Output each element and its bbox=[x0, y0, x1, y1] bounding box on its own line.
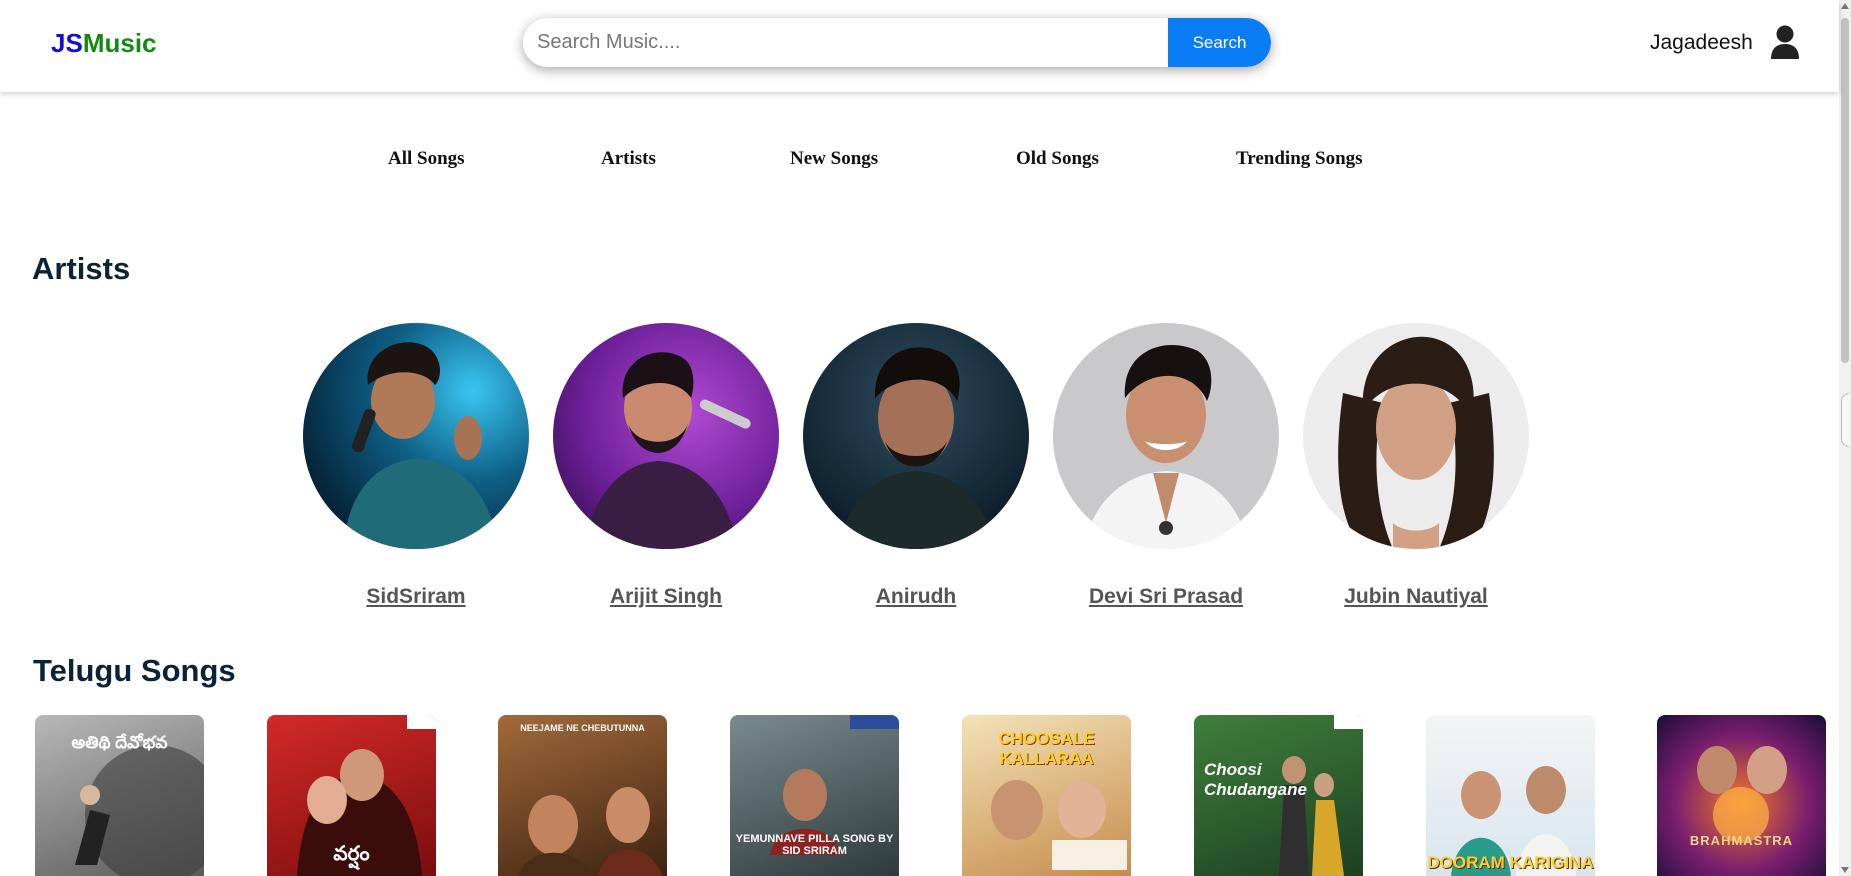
artist-name-link[interactable]: Jubin Nautiyal bbox=[1344, 585, 1488, 609]
logo-music-text: Music bbox=[82, 28, 157, 58]
artist-card[interactable]: Arijit Singh bbox=[553, 323, 779, 609]
artist-name-link[interactable]: Devi Sri Prasad bbox=[1089, 585, 1243, 609]
artists-section-title: Artists bbox=[32, 251, 131, 286]
artist-name-link[interactable]: SidSriram bbox=[366, 585, 465, 609]
song-caption: వర్షం bbox=[333, 843, 370, 865]
artist-card[interactable]: Devi Sri Prasad bbox=[1053, 323, 1279, 609]
edge-panel-handle[interactable] bbox=[1841, 393, 1849, 447]
song-card[interactable]: CHOOSALE KALLARAA bbox=[962, 715, 1131, 876]
song-caption: DOORAM KARIGINA bbox=[1427, 853, 1594, 872]
category-nav: All Songs Artists New Songs Old Songs Tr… bbox=[0, 148, 1839, 178]
artist-card[interactable]: SidSriram bbox=[303, 323, 529, 609]
artist-photo[interactable] bbox=[1303, 323, 1529, 549]
nav-artists[interactable]: Artists bbox=[601, 148, 656, 170]
telugu-songs-section-title: Telugu Songs bbox=[33, 653, 236, 688]
song-card[interactable]: వర్షం bbox=[267, 715, 436, 876]
artist-card[interactable]: Anirudh bbox=[803, 323, 1029, 609]
artist-photo[interactable] bbox=[303, 323, 529, 549]
user-icon[interactable] bbox=[1770, 25, 1800, 59]
scroll-thumb[interactable] bbox=[1841, 18, 1849, 363]
app-logo[interactable]: JSMusic bbox=[51, 28, 157, 59]
nav-trending-songs[interactable]: Trending Songs bbox=[1236, 148, 1363, 170]
search-bar: Search bbox=[523, 18, 1271, 67]
nav-all-songs[interactable]: All Songs bbox=[388, 148, 465, 170]
song-card[interactable]: BRAHMASTRA bbox=[1657, 715, 1826, 876]
artist-name-link[interactable]: Anirudh bbox=[876, 585, 956, 609]
nav-new-songs[interactable]: New Songs bbox=[790, 148, 878, 170]
scroll-down-arrow-icon[interactable] bbox=[1841, 867, 1849, 873]
artist-name-link[interactable]: Arijit Singh bbox=[610, 585, 722, 609]
song-caption: YEMUNNAVE PILLA SONG BY SID SRIRAM bbox=[735, 833, 894, 857]
song-card[interactable]: DOORAM KARIGINA bbox=[1426, 715, 1595, 876]
search-button[interactable]: Search bbox=[1168, 18, 1271, 67]
song-caption: Choosi Chudangane bbox=[1204, 760, 1307, 799]
top-header: JSMusic Search Jagadeesh bbox=[0, 0, 1839, 92]
nav-old-songs[interactable]: Old Songs bbox=[1016, 148, 1099, 170]
song-card[interactable]: అతిథి దేవోభవ bbox=[35, 715, 204, 876]
scroll-up-arrow-icon[interactable] bbox=[1841, 3, 1849, 9]
song-caption: NEEJAME NE CHEBUTUNNA bbox=[520, 723, 645, 733]
song-caption: BRAHMASTRA bbox=[1689, 833, 1794, 848]
song-card[interactable]: NEEJAME NE CHEBUTUNNA bbox=[498, 715, 667, 876]
artist-photo[interactable] bbox=[553, 323, 779, 549]
user-name[interactable]: Jagadeesh bbox=[1650, 31, 1753, 55]
song-caption: అతిథి దేవోభవ bbox=[71, 733, 168, 752]
artist-photo[interactable] bbox=[803, 323, 1029, 549]
song-caption: CHOOSALE KALLARAA bbox=[998, 729, 1095, 768]
song-card[interactable]: Choosi Chudangane bbox=[1194, 715, 1363, 876]
artist-photo[interactable] bbox=[1053, 323, 1279, 549]
song-card[interactable]: YEMUNNAVE PILLA SONG BY SID SRIRAM bbox=[730, 715, 899, 876]
artist-card[interactable]: Jubin Nautiyal bbox=[1303, 323, 1529, 609]
search-input[interactable] bbox=[523, 18, 1168, 67]
logo-js-text: JS bbox=[51, 28, 83, 58]
